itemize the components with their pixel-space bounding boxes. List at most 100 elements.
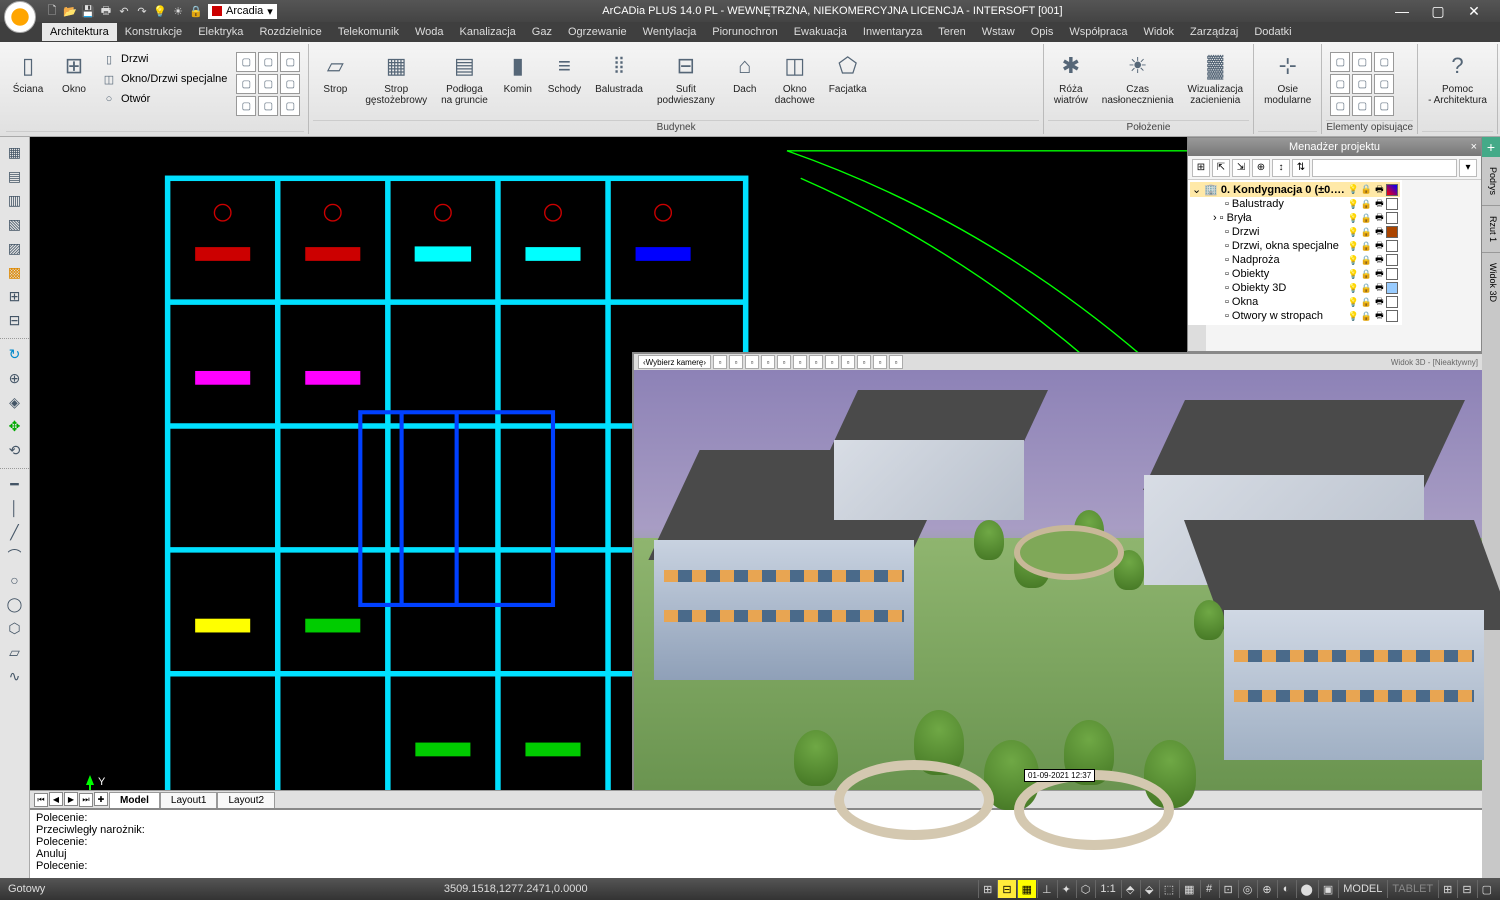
new-icon[interactable]: 🗋 [44, 3, 60, 19]
ribbon-button[interactable]: ▓Wizualizacjazacienienia [1182, 48, 1250, 108]
refresh-icon[interactable]: ↻ [4, 343, 26, 365]
tool-icon[interactable]: ⊞ [1192, 159, 1210, 177]
otwor-button[interactable]: ○Otwór [100, 90, 228, 108]
tab-ogrzewanie[interactable]: Ogrzewanie [560, 23, 635, 41]
tool-icon[interactable]: ⊟ [4, 309, 26, 331]
snap-icon[interactable]: ▢ [1477, 880, 1496, 898]
redo-icon[interactable]: ↷ [134, 3, 150, 19]
tab-opis[interactable]: Opis [1023, 23, 1062, 41]
ribbon-button[interactable]: ▤Podłogana gruncie [435, 48, 494, 108]
snap-icon[interactable]: ⊡ [1219, 880, 1237, 898]
tab-dodatki[interactable]: Dodatki [1246, 23, 1299, 41]
last-icon[interactable]: ⏭ [79, 793, 93, 807]
tab-wspolpraca[interactable]: Współpraca [1061, 23, 1135, 41]
print-icon[interactable]: 🖶 [1373, 184, 1385, 196]
tab-piorun[interactable]: Piorunochron [704, 23, 785, 41]
tree-item[interactable]: ▫Obiekty💡🔒🖶 [1190, 267, 1400, 281]
tab-widok[interactable]: Widok [1135, 23, 1182, 41]
tab-zarzadzaj[interactable]: Zarządzaj [1182, 23, 1246, 41]
ribbon-button[interactable]: ▦Stropgęstożebrowy [359, 48, 433, 108]
snap-icon[interactable]: ✦ [1057, 880, 1075, 898]
pmgr-header[interactable]: Menadżer projektu× [1188, 138, 1481, 156]
prev-icon[interactable]: ◀ [49, 792, 63, 806]
add-tab-icon[interactable]: + [1482, 137, 1500, 157]
okno-button[interactable]: ⊞Okno [52, 48, 96, 97]
tool-icon[interactable]: ◯ [4, 593, 26, 615]
snap-icon[interactable]: ▦ [1017, 880, 1036, 898]
tool-icon[interactable]: │ [4, 497, 26, 519]
tab-model[interactable]: Model [109, 792, 160, 808]
tool-icon[interactable]: ▦ [4, 141, 26, 163]
next-icon[interactable]: ▶ [64, 792, 78, 806]
zoom-icon[interactable]: ⊕ [4, 367, 26, 389]
bulb-icon[interactable]: 💡 [152, 3, 168, 19]
tool-icon[interactable]: ⇱ [1212, 159, 1230, 177]
ribbon-button[interactable]: ⦙⦙Balustrada [589, 48, 649, 97]
snap-icon[interactable]: ⬡ [1076, 880, 1095, 898]
ribbon-button[interactable]: ?Pomoc- Architektura [1422, 48, 1493, 108]
add-icon[interactable]: ✚ [94, 792, 108, 806]
lock-icon[interactable]: 🔒 [188, 3, 204, 19]
snap-icon[interactable]: ⊞ [978, 880, 996, 898]
ribbon-button[interactable]: ≡Schody [542, 48, 587, 97]
sciana-button[interactable]: ▯Ściana [6, 48, 50, 97]
iso-icon[interactable]: ⬘ [1121, 880, 1139, 898]
scale-label[interactable]: 1:1 [1095, 880, 1119, 898]
close-icon[interactable]: × [1471, 141, 1477, 153]
tab-architektura[interactable]: Architektura [42, 23, 117, 41]
bulb-icon[interactable]: 💡 [1347, 184, 1359, 196]
tool-icon[interactable]: ⇅ [1292, 159, 1310, 177]
rtab-rzut[interactable]: Rzut 1 [1482, 206, 1500, 253]
snap-icon[interactable]: ⊞ [1438, 880, 1456, 898]
pan-icon[interactable]: ✥ [4, 415, 26, 437]
tab-teren[interactable]: Teren [930, 23, 974, 41]
snap-icon[interactable]: ⊟ [997, 880, 1015, 898]
tree-item[interactable]: ▫Nadproża💡🔒🖶 [1190, 253, 1400, 267]
snap-icon[interactable]: ⊥ [1037, 880, 1056, 898]
tool-icon[interactable]: ▩ [4, 261, 26, 283]
tool-icon[interactable]: ↕ [1272, 159, 1290, 177]
tool-icon[interactable]: ▨ [4, 237, 26, 259]
ribbon-button[interactable]: ⊹Osiemodularne [1258, 48, 1317, 108]
tab-rozdzielnice[interactable]: Rozdzielnice [251, 23, 329, 41]
tree-item[interactable]: ▫Obiekty 3D💡🔒🖶 [1190, 281, 1400, 295]
pmgr-tree[interactable]: ⌄🏢0. Kondygnacja 0 (±0….💡🔒🖶 ▫Balustrady💡… [1188, 180, 1402, 325]
tab-layout2[interactable]: Layout2 [217, 792, 275, 808]
tool-icon[interactable]: ◈ [4, 391, 26, 413]
tool-icon[interactable]: ∿ [4, 665, 26, 687]
tool-icon[interactable]: ⬡ [4, 617, 26, 639]
snap-icon[interactable]: ◎ [1238, 880, 1257, 898]
tab-telekom[interactable]: Telekomunik [330, 23, 407, 41]
snap-icon[interactable]: ⊟ [1457, 880, 1475, 898]
snap-icon[interactable]: ▣ [1318, 880, 1337, 898]
iso-icon[interactable]: ⬙ [1140, 880, 1158, 898]
tool-icon[interactable]: ▤ [4, 165, 26, 187]
camera-combo[interactable]: ‹Wybierz kamerę› [638, 355, 711, 369]
tree-item[interactable]: ▫Otwory w stropach💡🔒🖶 [1190, 309, 1400, 323]
tree-item[interactable]: ▫Drzwi, okna specjalne💡🔒🖶 [1190, 239, 1400, 253]
snap-icon[interactable]: ⊕ [1257, 880, 1275, 898]
tab-konstrukcje[interactable]: Konstrukcje [117, 23, 190, 41]
ribbon-button[interactable]: ▮Komin [496, 48, 540, 97]
ribbon-button[interactable]: ⬠Facjatka [823, 48, 873, 97]
drzwi-button[interactable]: ▯Drzwi [100, 50, 228, 68]
tool-icon[interactable]: ⌒ [4, 545, 26, 567]
collapse-icon[interactable]: ⌄ [1192, 183, 1201, 196]
close-button[interactable]: ✕ [1460, 3, 1488, 20]
tool-icon[interactable]: ○ [4, 569, 26, 591]
tool-icon[interactable]: ▥ [4, 189, 26, 211]
tab-wentylacja[interactable]: Wentylacja [635, 23, 705, 41]
tab-wstaw[interactable]: Wstaw [974, 23, 1023, 41]
minimize-button[interactable]: — [1388, 3, 1416, 20]
tab-inwent[interactable]: Inwentaryza [855, 23, 930, 41]
tree-root[interactable]: ⌄🏢0. Kondygnacja 0 (±0….💡🔒🖶 [1190, 182, 1400, 197]
tablet-button[interactable]: TABLET [1387, 880, 1437, 898]
command-line[interactable]: Polecenie: Przeciwległy narożnik: Polece… [30, 808, 1482, 878]
tab-woda[interactable]: Woda [407, 23, 452, 41]
layer-combo[interactable]: Arcadia▾ [208, 4, 277, 19]
ribbon-button[interactable]: ▱Strop [313, 48, 357, 97]
snap-icon[interactable]: ◐ [1277, 880, 1295, 898]
view-3d[interactable]: ‹Wybierz kamerę› ▫▫▫▫▫▫▫▫▫▫▫▫ Widok 3D -… [632, 352, 1482, 790]
tree-item[interactable]: ▫Balustrady💡🔒🖶 [1190, 197, 1400, 211]
tree-item[interactable]: ›▫Bryła💡🔒🖶 [1190, 211, 1400, 225]
